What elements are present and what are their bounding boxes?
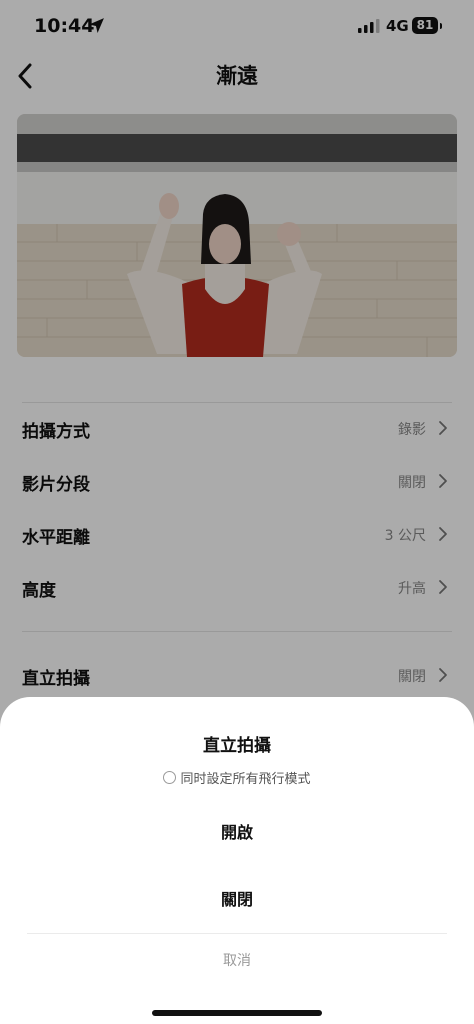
- option-off-button[interactable]: 關閉: [0, 880, 474, 920]
- apply-to-all-modes-label: 同时設定所有飛行模式: [180, 771, 311, 787]
- screen: 10:44 4G 81 漸遠 拍攝方式 錄影 影片分段 關閉 水平距離 3 公尺…: [0, 0, 474, 1024]
- sheet-title: 直立拍攝: [203, 736, 271, 756]
- radio-unchecked-icon[interactable]: [163, 770, 177, 784]
- home-indicator[interactable]: [152, 1010, 322, 1016]
- option-on-button[interactable]: 開啟: [0, 813, 474, 853]
- cancel-button[interactable]: 取消: [0, 942, 474, 980]
- sheet-divider: [27, 933, 447, 934]
- vertical-shooting-sheet: 直立拍攝 同时設定所有飛行模式 開啟 關閉 取消: [0, 697, 474, 1024]
- apply-to-all-modes-option[interactable]: 同时設定所有飛行模式: [0, 767, 474, 787]
